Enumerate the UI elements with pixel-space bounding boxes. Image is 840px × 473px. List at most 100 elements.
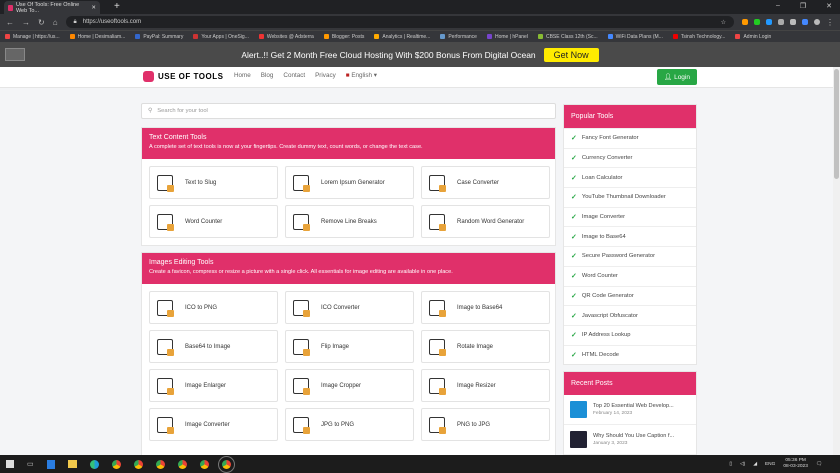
get-now-button[interactable]: Get Now: [543, 47, 599, 62]
notification-icon[interactable]: 🗨︎: [816, 462, 822, 467]
minimize-icon[interactable]: –: [776, 2, 780, 10]
bookmark[interactable]: Performance: [440, 34, 477, 40]
chrome-icon[interactable]: [133, 459, 143, 469]
page-scrollbar[interactable]: [833, 67, 840, 455]
battery-icon[interactable]: ▯: [729, 462, 732, 467]
tool-card[interactable]: Rotate Image: [421, 330, 550, 363]
scrollbar-thumb[interactable]: [834, 69, 839, 179]
start-icon[interactable]: [6, 460, 14, 468]
bookmark[interactable]: Websites @ Adsterra: [258, 34, 314, 40]
tool-icon: [157, 299, 174, 317]
chrome-icon[interactable]: [111, 459, 121, 469]
network-icon[interactable]: ◢: [753, 462, 757, 467]
tool-card[interactable]: Image Enlarger: [149, 369, 278, 402]
chrome-icon[interactable]: [177, 459, 187, 469]
bookmark[interactable]: Manage | https://us...: [5, 34, 60, 40]
login-button[interactable]: 👤︎ Login: [657, 69, 697, 85]
url-input[interactable]: 🔒︎ https://useoftools.com ☆: [65, 16, 734, 28]
recent-post[interactable]: Why Should You Use Caption f... January 3…: [564, 425, 696, 455]
tool-card[interactable]: Base64 to Image: [149, 330, 278, 363]
tool-card[interactable]: Case Converter: [421, 166, 550, 199]
recent-post[interactable]: Top 20 Essential Web Develop... February …: [564, 395, 696, 425]
bookmarks-bar: Manage | https://us... Home | Desimaliam…: [0, 30, 840, 42]
popular-tool-link[interactable]: ✓ Javascript Obfuscator: [564, 305, 696, 325]
nav-blog[interactable]: Blog: [261, 72, 274, 79]
menu-icon[interactable]: ⋮: [826, 18, 834, 27]
popular-tool-link[interactable]: ✓ Image Converter: [564, 206, 696, 227]
tool-card[interactable]: Image to Base64: [421, 291, 550, 324]
extension-icon[interactable]: [754, 19, 760, 25]
popular-tool-link[interactable]: ✓ Image to Base64: [564, 226, 696, 246]
lock-icon: 🔒︎: [73, 18, 77, 25]
check-icon: ✓: [571, 233, 577, 241]
tool-card[interactable]: Random Word Generator: [421, 205, 550, 238]
tool-card[interactable]: PNG to JPG: [421, 408, 550, 441]
nav-home[interactable]: Home: [234, 72, 251, 79]
home-icon[interactable]: ⌂: [53, 18, 58, 27]
file-explorer-icon[interactable]: [67, 460, 77, 468]
tool-card[interactable]: Text to Slug: [149, 166, 278, 199]
extension-icon[interactable]: [790, 19, 796, 25]
bookmark[interactable]: Tsinsh Technology...: [672, 34, 725, 40]
popular-tool-link[interactable]: ✓ Secure Password Generator: [564, 246, 696, 266]
popular-tool-link[interactable]: ✓ QR Code Generator: [564, 285, 696, 306]
bookmark[interactable]: Home | Desimaliam...: [69, 34, 125, 40]
bookmark[interactable]: Home | hPanel: [486, 34, 528, 40]
language-indicator[interactable]: ENG: [765, 462, 775, 467]
task-view-icon[interactable]: ▭: [27, 460, 34, 468]
bookmark[interactable]: Analytics | Realtime...: [374, 34, 430, 40]
volume-icon[interactable]: ◁): [740, 462, 745, 467]
nav-privacy[interactable]: Privacy: [315, 72, 336, 79]
new-tab-button[interactable]: +: [114, 1, 120, 12]
tool-search-input[interactable]: ⚲ Search for your tool: [141, 103, 556, 119]
tool-card[interactable]: ICO to PNG: [149, 291, 278, 324]
star-icon[interactable]: ☆: [721, 19, 726, 26]
maximize-icon[interactable]: ❐: [800, 2, 806, 10]
tool-card[interactable]: Image Resizer: [421, 369, 550, 402]
tool-card[interactable]: Image Converter: [149, 408, 278, 441]
close-tab-icon[interactable]: ✕: [91, 5, 96, 11]
extension-icon[interactable]: [778, 19, 784, 25]
bookmark[interactable]: PayPal: Summary: [135, 34, 183, 40]
forward-icon[interactable]: →: [22, 18, 30, 27]
tool-card[interactable]: Remove Line Breaks: [285, 205, 414, 238]
chrome-icon[interactable]: [199, 459, 209, 469]
profile-avatar[interactable]: [814, 19, 820, 25]
widget-title: Popular Tools: [564, 105, 696, 128]
bookmark[interactable]: Your Apps | OneSig...: [193, 34, 249, 40]
reload-icon[interactable]: ↻: [38, 18, 45, 27]
popular-tool-link[interactable]: ✓ HTML Decode: [564, 344, 696, 365]
language-select[interactable]: ■ English ▾: [346, 72, 377, 79]
extension-icon[interactable]: [802, 19, 808, 25]
section-desc: A complete set of text tools is now at y…: [149, 144, 423, 150]
popular-tool-link[interactable]: ✓ Loan Calculator: [564, 167, 696, 187]
edge-icon[interactable]: [89, 459, 99, 469]
close-window-icon[interactable]: ✕: [826, 2, 832, 10]
nav-contact[interactable]: Contact: [283, 72, 305, 79]
extension-icon[interactable]: [742, 19, 748, 25]
popular-tool-link[interactable]: ✓ Currency Converter: [564, 147, 696, 168]
site-logo[interactable]: USE OF TOOLS: [143, 71, 223, 82]
popular-tool-link[interactable]: ✓ YouTube Thumbnail Downloader: [564, 187, 696, 207]
bookmark[interactable]: WiFi Data Plans (M...: [607, 34, 663, 40]
popular-tool-link[interactable]: ✓ Fancy Font Generator: [564, 128, 696, 148]
chrome-icon[interactable]: [155, 459, 165, 469]
back-icon[interactable]: ←: [6, 18, 14, 27]
tool-card[interactable]: JPG to PNG: [285, 408, 414, 441]
popular-tool-link[interactable]: ✓ Word Counter: [564, 265, 696, 286]
tool-card[interactable]: Image Cropper: [285, 369, 414, 402]
tool-card[interactable]: Word Counter: [149, 205, 278, 238]
bookmark[interactable]: Admin Login: [735, 34, 771, 40]
chrome-icon-active[interactable]: [217, 455, 235, 473]
tool-card[interactable]: Flip Image: [285, 330, 414, 363]
bookmark[interactable]: CBSE Class 12th (Sc...: [537, 34, 598, 40]
tool-card[interactable]: ICO Converter: [285, 291, 414, 324]
extension-icon[interactable]: [766, 19, 772, 25]
clock[interactable]: 05:36 PM 08-03-2023: [783, 458, 808, 470]
browser-tab[interactable]: Use Of Tools: Free Online Web To... ✕: [4, 1, 100, 14]
bookmark[interactable]: Blogger: Posts: [323, 34, 364, 40]
store-icon[interactable]: [46, 459, 55, 469]
popular-tool-link[interactable]: ✓ IP Address Lookup: [564, 324, 696, 345]
tool-icon: [293, 338, 310, 356]
tool-card[interactable]: Lorem Ipsum Generator: [285, 166, 414, 199]
